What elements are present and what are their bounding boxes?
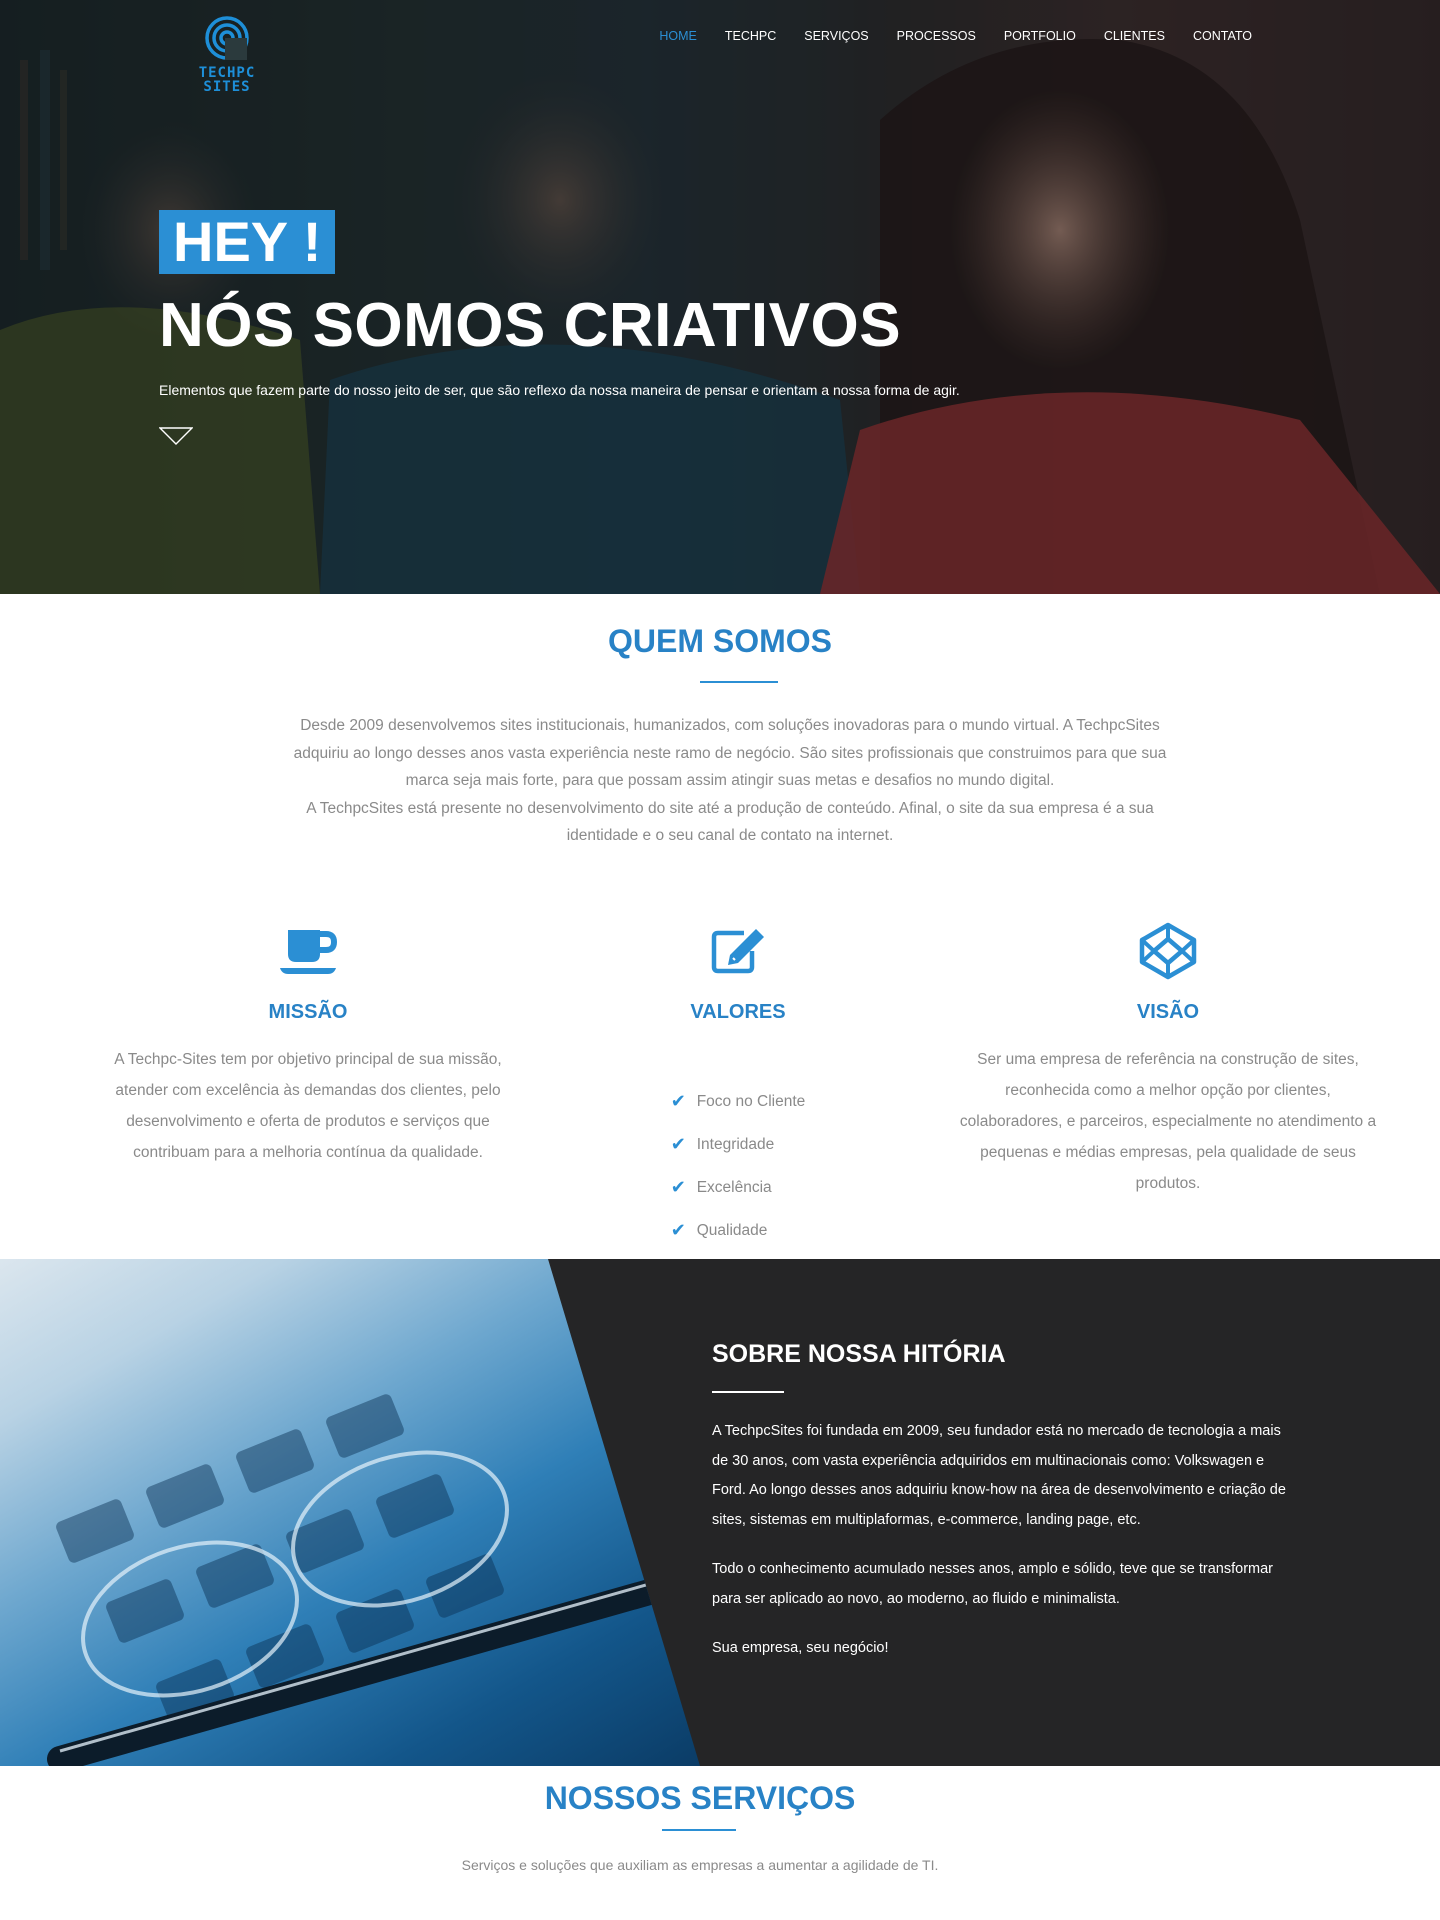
visao-title: VISÃO bbox=[1136, 1001, 1200, 1023]
hero-subtitle: Elementos que fazem parte do nosso jeito… bbox=[159, 382, 960, 398]
chevron-down-outline-icon[interactable] bbox=[159, 426, 193, 446]
coffee-cup-icon bbox=[280, 930, 338, 974]
visao-text: Ser uma empresa de referência na constru… bbox=[959, 1051, 1377, 1192]
nav-contato[interactable]: CONTATO bbox=[1179, 28, 1266, 44]
nav-techpc[interactable]: TECHPC bbox=[711, 28, 790, 44]
about-paragraph-2: A TechpcSites está presente no desenvolv… bbox=[306, 799, 1154, 845]
hero-badge: HEY ! bbox=[159, 210, 336, 274]
about-paragraph-1: Desde 2009 desenvolvemos sites instituci… bbox=[293, 717, 1167, 789]
missao-text: A Techpc-Sites tem por objetivo principa… bbox=[114, 1051, 502, 1161]
check-icon: ✔ bbox=[670, 1220, 686, 1240]
check-icon: ✔ bbox=[670, 1177, 686, 1197]
valores-title: VALORES bbox=[690, 1001, 786, 1023]
check-icon: ✔ bbox=[670, 1134, 686, 1154]
valores-column: VALORES ✔ Foco no Cliente ✔ Integridade ✔ E… bbox=[528, 920, 948, 1252]
history-text: A TechpcSites foi fundada em 2009, seu f… bbox=[712, 1417, 1287, 1684]
check-icon: ✔ bbox=[670, 1091, 686, 1111]
history-title-underline bbox=[712, 1391, 784, 1393]
history-title: SOBRE NOSSA HITÓRIA bbox=[712, 1340, 1006, 1368]
missao-title: MISSÃO bbox=[268, 1001, 348, 1023]
list-item: ✔ Foco no Cliente bbox=[671, 1080, 806, 1123]
site-logo[interactable]: TECHPC SITES bbox=[178, 16, 276, 98]
valores-list: ✔ Foco no Cliente ✔ Integridade ✔ Excelênci… bbox=[671, 1080, 806, 1252]
hero-section: TECHPC SITES HOME TECHPC SERVIÇOS PROCES… bbox=[0, 0, 1440, 594]
missao-column: MISSÃO A Techpc-Sites tem por objetivo p… bbox=[98, 920, 518, 1168]
nav-portfolio[interactable]: PORTFOLIO bbox=[990, 28, 1090, 44]
history-paragraph-2: Todo o conhecimento acumulado nesses ano… bbox=[712, 1561, 1273, 1607]
services-title: NOSSOS SERVIÇOS bbox=[544, 1780, 856, 1816]
list-item: ✔ Integridade bbox=[671, 1123, 806, 1166]
visao-column: VISÃO Ser uma empresa de referência na c… bbox=[958, 920, 1378, 1199]
logo-mark-icon bbox=[205, 16, 249, 60]
nav-clientes[interactable]: CLIENTES bbox=[1090, 28, 1179, 44]
logo-text: TECHPC SITES bbox=[198, 65, 256, 95]
about-title-underline bbox=[700, 681, 778, 683]
services-title-underline bbox=[662, 1829, 736, 1831]
history-section: SOBRE NOSSA HITÓRIA A TechpcSites foi fu… bbox=[0, 1259, 1440, 1766]
history-paragraph-3: Sua empresa, seu negócio! bbox=[712, 1640, 889, 1656]
nav-processos[interactable]: PROCESSOS bbox=[883, 28, 990, 44]
about-text: Desde 2009 desenvolvemos sites instituci… bbox=[290, 712, 1170, 850]
list-item: ✔ Qualidade bbox=[671, 1209, 806, 1252]
nav-home[interactable]: HOME bbox=[645, 28, 711, 44]
history-paragraph-1: A TechpcSites foi fundada em 2009, seu f… bbox=[712, 1423, 1286, 1528]
codepen-cube-icon bbox=[1139, 922, 1197, 980]
keyboard-illustration bbox=[47, 1394, 673, 1766]
services-subtitle: Serviços e soluções que auxiliam as empr… bbox=[461, 1857, 939, 1873]
list-item: ✔ Excelência bbox=[671, 1166, 806, 1209]
edit-pencil-icon bbox=[711, 929, 764, 974]
nav-servicos[interactable]: SERVIÇOS bbox=[790, 28, 882, 44]
keyboard-glasses-photo bbox=[0, 1259, 700, 1766]
about-title: QUEM SOMOS bbox=[607, 623, 832, 659]
hero-title: NÓS SOMOS CRIATIVOS bbox=[159, 291, 902, 360]
main-nav: HOME TECHPC SERVIÇOS PROCESSOS PORTFOLIO… bbox=[645, 28, 1266, 44]
